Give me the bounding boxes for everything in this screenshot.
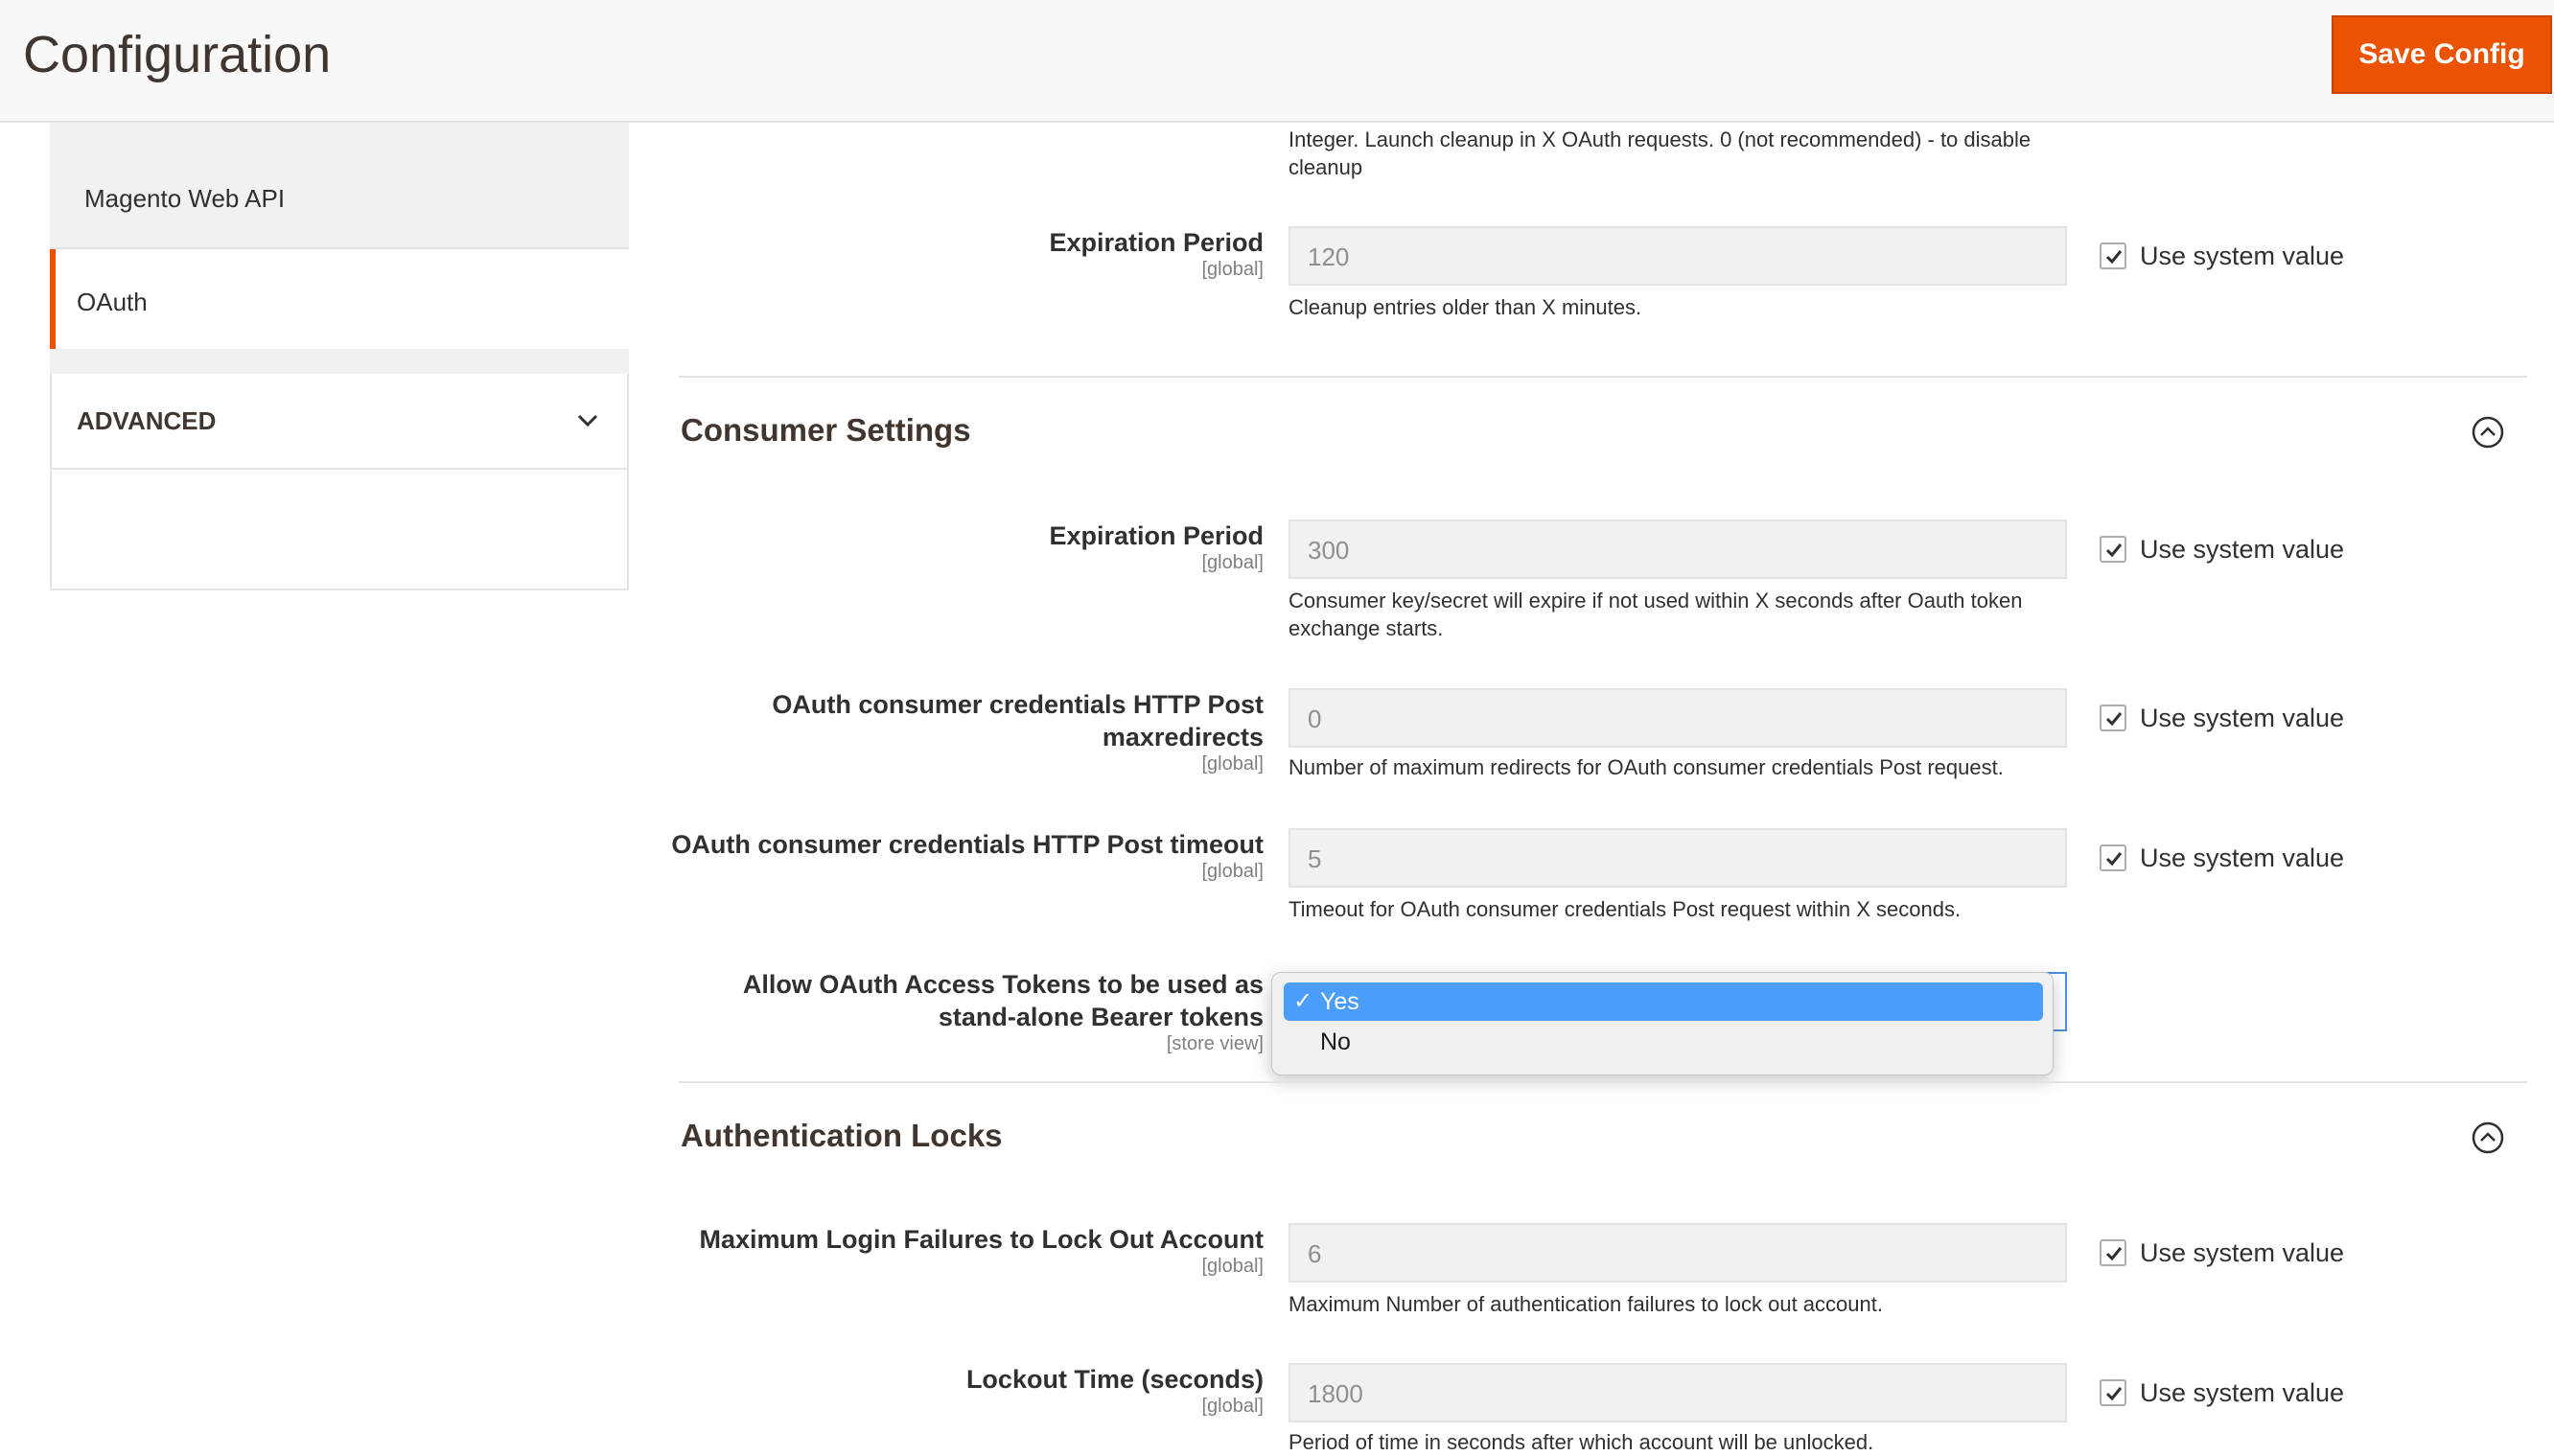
use-system-label: Use system value xyxy=(2140,843,2345,872)
field-label: OAuth consumer credentials HTTP Post tim… xyxy=(671,830,1264,859)
field-label: Maximum Login Failures to Lock Out Accou… xyxy=(699,1225,1264,1254)
scope-label: [store view] xyxy=(1166,1033,1264,1054)
field-label: Allow OAuth Access Tokens to be used as … xyxy=(742,970,1264,1031)
use-system-label: Use system value xyxy=(2140,241,2345,270)
section-title-authentication-locks[interactable]: Authentication Locks xyxy=(681,1118,1003,1154)
dropdown-option-label: No xyxy=(1320,1028,1351,1055)
consumer-expiration-use-system[interactable]: Use system value xyxy=(2100,533,2344,566)
locks-lockout-time-label: Lockout Time (seconds) [global] xyxy=(966,1363,1264,1417)
bearer-tokens-dropdown: ✓ Yes No xyxy=(1271,972,2054,1075)
consumer-maxredirects-input[interactable]: 0 xyxy=(1289,688,2067,748)
locks-max-failures-label: Maximum Login Failures to Lock Out Accou… xyxy=(699,1223,1264,1277)
field-label: Expiration Period xyxy=(1049,228,1264,257)
save-config-button[interactable]: Save Config xyxy=(2332,15,2552,94)
section-title-consumer-settings[interactable]: Consumer Settings xyxy=(681,412,971,449)
consumer-timeout-input[interactable]: 5 xyxy=(1289,828,2067,888)
cleanup-expiration-input[interactable]: 120 xyxy=(1289,226,2067,286)
consumer-expiration-input[interactable]: 300 xyxy=(1289,520,2067,579)
use-system-label: Use system value xyxy=(2140,703,2345,732)
checkmark-icon: ✓ xyxy=(1293,988,1313,1014)
use-system-label: Use system value xyxy=(2140,1377,2345,1407)
use-system-label: Use system value xyxy=(2140,1237,2345,1267)
field-label: OAuth consumer credentials HTTP Post max… xyxy=(772,690,1264,751)
field-label: Expiration Period xyxy=(1049,521,1264,550)
scope-label: [global] xyxy=(1201,861,1265,882)
consumer-timeout-label: OAuth consumer credentials HTTP Post tim… xyxy=(671,828,1264,882)
locks-max-failures-use-system[interactable]: Use system value xyxy=(2100,1236,2344,1269)
locks-lockout-time-input[interactable]: 1800 xyxy=(1289,1363,2067,1422)
cleanup-expiration-use-system[interactable]: Use system value xyxy=(2100,240,2344,272)
cleanup-expiration-note: Cleanup entries older than X minutes. xyxy=(1289,295,1642,319)
consumer-expiration-label: Expiration Period [global] xyxy=(1049,520,1264,573)
field-label: Lockout Time (seconds) xyxy=(965,1365,1264,1394)
use-system-checkbox[interactable] xyxy=(2100,1239,2126,1266)
dropdown-option-label: Yes xyxy=(1320,988,1359,1015)
section-divider xyxy=(679,376,2527,378)
chevron-up-circle-icon[interactable] xyxy=(2472,1121,2504,1154)
scope-label: [global] xyxy=(1201,552,1265,573)
locks-lockout-time-use-system[interactable]: Use system value xyxy=(2100,1376,2344,1409)
use-system-checkbox[interactable] xyxy=(2100,536,2126,563)
chevron-up-circle-icon[interactable] xyxy=(2472,416,2504,449)
locks-max-failures-note: Maximum Number of authentication failure… xyxy=(1289,1292,1883,1316)
consumer-timeout-note: Timeout for OAuth consumer credentials P… xyxy=(1289,897,1962,921)
page-title: Configuration xyxy=(23,26,332,83)
use-system-checkbox[interactable] xyxy=(2100,705,2126,731)
scope-label: [global] xyxy=(1201,753,1265,774)
consumer-maxredirects-note: Number of maximum redirects for OAuth co… xyxy=(1289,755,2004,779)
dropdown-option-no[interactable]: No xyxy=(1284,1023,2043,1061)
consumer-maxredirects-label: OAuth consumer credentials HTTP Post max… xyxy=(727,688,1264,774)
use-system-checkbox[interactable] xyxy=(2100,844,2126,871)
scope-label: [global] xyxy=(1201,1256,1265,1277)
consumer-expiration-note: Consumer key/secret will expire if not u… xyxy=(1289,589,2023,640)
scope-label: [global] xyxy=(1201,1396,1265,1417)
config-main: Integer. Launch cleanup in X OAuth reque… xyxy=(0,123,2554,1454)
consumer-maxredirects-use-system[interactable]: Use system value xyxy=(2100,702,2344,734)
cleanup-expiration-label: Expiration Period [global] xyxy=(1049,226,1264,280)
scope-label: [global] xyxy=(1201,259,1265,280)
consumer-bearer-label: Allow OAuth Access Tokens to be used as … xyxy=(669,968,1264,1054)
use-system-label: Use system value xyxy=(2140,534,2345,564)
page-header: Configuration Save Config xyxy=(0,0,2554,123)
cleanup-note: Integer. Launch cleanup in X OAuth reque… xyxy=(1289,127,2032,179)
consumer-timeout-use-system[interactable]: Use system value xyxy=(2100,842,2344,874)
locks-lockout-time-note: Period of time in seconds after which ac… xyxy=(1289,1430,1874,1454)
section-divider xyxy=(679,1081,2527,1083)
use-system-checkbox[interactable] xyxy=(2100,1379,2126,1406)
dropdown-option-yes[interactable]: ✓ Yes xyxy=(1284,982,2043,1021)
use-system-checkbox[interactable] xyxy=(2100,243,2126,269)
locks-max-failures-input[interactable]: 6 xyxy=(1289,1223,2067,1283)
